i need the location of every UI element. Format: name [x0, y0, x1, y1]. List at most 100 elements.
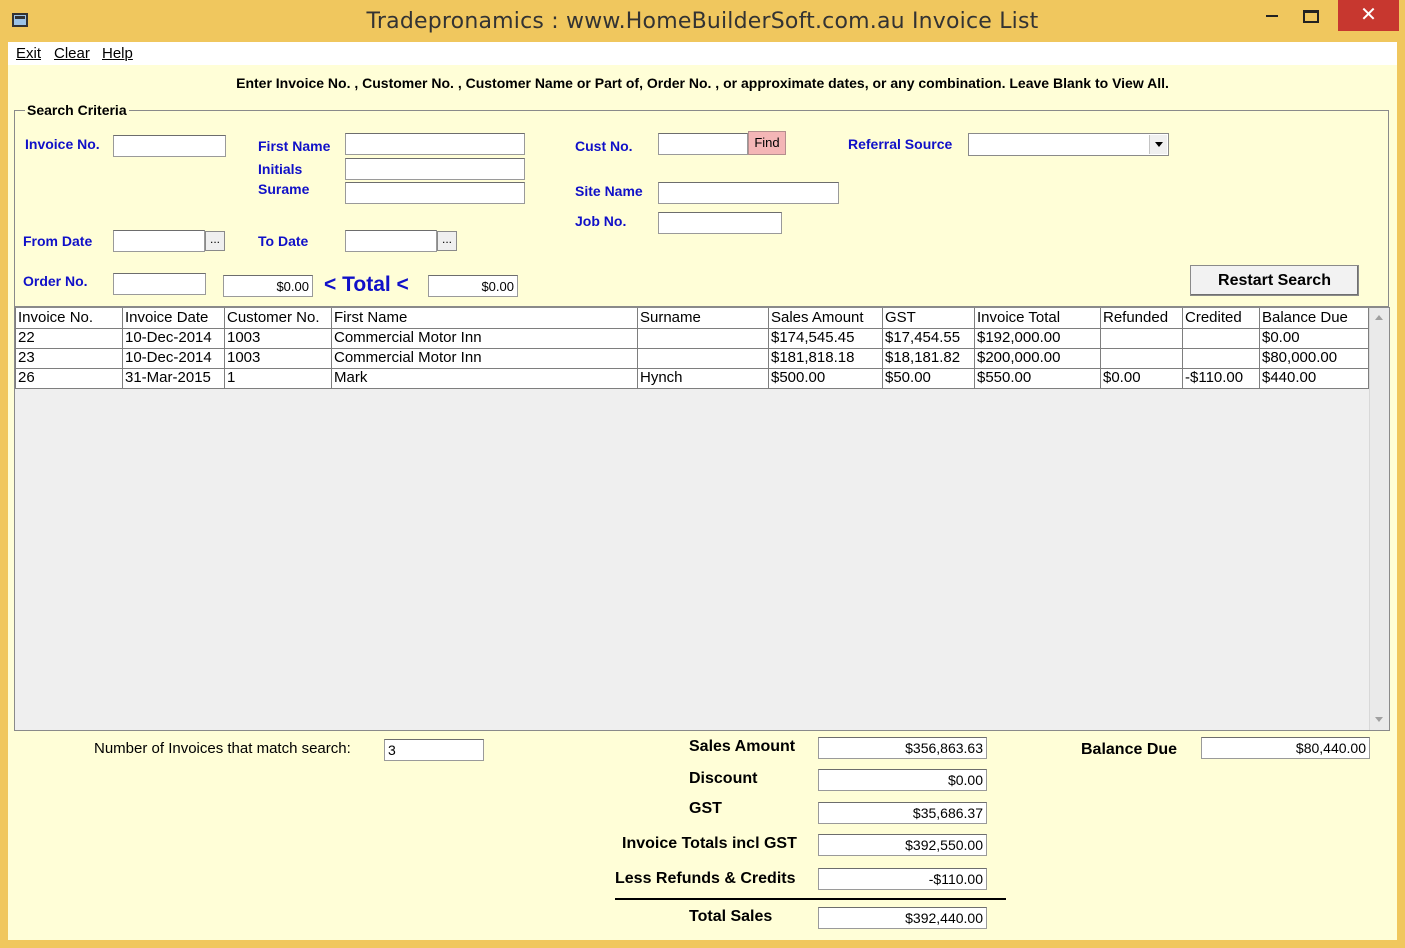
cust-no-label: Cust No. — [575, 138, 633, 154]
total-sales-field[interactable] — [818, 907, 987, 929]
job-no-input[interactable] — [658, 212, 782, 234]
table-cell[interactable]: $80,000.00 — [1259, 347, 1369, 369]
scroll-up-icon[interactable] — [1370, 309, 1389, 327]
cust-no-input[interactable] — [658, 133, 748, 155]
column-header[interactable]: Balance Due — [1259, 308, 1369, 329]
table-row[interactable]: 22 10-Dec-2014 1003 Commercial Motor Inn… — [15, 327, 1369, 349]
table-row[interactable]: 26 31-Mar-2015 1 Mark Hynch $500.00 $50.… — [15, 367, 1369, 389]
less-refunds-field[interactable] — [818, 868, 987, 890]
table-cell[interactable]: $200,000.00 — [974, 347, 1101, 369]
balance-due-field[interactable] — [1201, 737, 1370, 759]
invoice-no-input[interactable] — [113, 135, 226, 157]
form-client-area: Exit Clear Help Enter Invoice No. , Cust… — [8, 42, 1397, 940]
invoice-grid[interactable]: Invoice No. Invoice Date Customer No. Fi… — [14, 307, 1390, 731]
from-date-picker-button[interactable]: ... — [205, 231, 225, 251]
first-name-label: First Name — [258, 138, 331, 154]
table-cell[interactable]: 31-Mar-2015 — [122, 367, 225, 389]
menu-help[interactable]: Help — [102, 45, 133, 62]
table-cell[interactable] — [1182, 327, 1260, 349]
surname-input[interactable] — [345, 182, 525, 204]
close-button[interactable]: ✕ — [1338, 0, 1399, 31]
total-left-field[interactable] — [223, 275, 313, 297]
table-cell[interactable]: Mark — [331, 367, 638, 389]
order-no-input[interactable] — [113, 273, 206, 295]
table-header-row: Invoice No. Invoice Date Customer No. Fi… — [15, 308, 1369, 329]
instructions-text: Enter Invoice No. , Customer No. , Custo… — [236, 75, 1169, 91]
column-header[interactable]: Credited — [1182, 308, 1260, 329]
table-cell[interactable] — [637, 327, 769, 349]
column-header[interactable]: Surname — [637, 308, 769, 329]
sales-amount-field[interactable] — [818, 737, 987, 759]
grid-vertical-scrollbar[interactable] — [1369, 308, 1389, 730]
table-cell[interactable]: 10-Dec-2014 — [122, 327, 225, 349]
search-criteria-legend: Search Criteria — [25, 102, 129, 118]
table-cell[interactable]: 23 — [15, 347, 123, 369]
table-cell[interactable]: 1003 — [224, 327, 332, 349]
table-cell[interactable]: Commercial Motor Inn — [331, 327, 638, 349]
column-header[interactable]: Invoice Date — [122, 308, 225, 329]
to-date-label: To Date — [258, 233, 309, 249]
column-header[interactable]: Sales Amount — [768, 308, 883, 329]
order-no-label: Order No. — [23, 273, 88, 289]
table-cell[interactable]: $50.00 — [882, 367, 975, 389]
column-header[interactable]: GST — [882, 308, 975, 329]
maximize-button[interactable] — [1288, 0, 1334, 31]
table-cell[interactable]: $181,818.18 — [768, 347, 883, 369]
site-name-input[interactable] — [658, 182, 839, 204]
invoice-totals-field[interactable] — [818, 834, 987, 856]
to-date-input[interactable] — [345, 230, 437, 252]
find-button[interactable]: Find — [748, 131, 786, 155]
referral-source-select[interactable] — [968, 133, 1169, 156]
column-header[interactable]: Invoice No. — [15, 308, 123, 329]
table-cell[interactable]: $440.00 — [1259, 367, 1369, 389]
scroll-down-icon[interactable] — [1370, 711, 1389, 729]
table-cell[interactable]: Commercial Motor Inn — [331, 347, 638, 369]
table-cell[interactable] — [1100, 327, 1183, 349]
balance-due-label: Balance Due — [1081, 741, 1178, 758]
menu-bar: Exit Clear Help — [8, 42, 1397, 65]
discount-field[interactable] — [818, 769, 987, 791]
table-cell[interactable]: 10-Dec-2014 — [122, 347, 225, 369]
menu-clear[interactable]: Clear — [54, 45, 90, 62]
table-cell[interactable]: 1 — [224, 367, 332, 389]
table-cell[interactable]: 26 — [15, 367, 123, 389]
table-cell[interactable] — [637, 347, 769, 369]
table-cell[interactable]: Hynch — [637, 367, 769, 389]
table-cell[interactable]: -$110.00 — [1182, 367, 1260, 389]
chevron-down-icon[interactable] — [1149, 135, 1167, 154]
invoice-table: Invoice No. Invoice Date Customer No. Fi… — [15, 308, 1369, 389]
column-header[interactable]: First Name — [331, 308, 638, 329]
match-count-field[interactable] — [384, 739, 484, 761]
table-cell[interactable] — [1182, 347, 1260, 369]
table-cell[interactable] — [1100, 347, 1183, 369]
menu-exit[interactable]: Exit — [16, 45, 41, 62]
table-cell[interactable]: $550.00 — [974, 367, 1101, 389]
table-cell[interactable]: $0.00 — [1100, 367, 1183, 389]
total-label: < Total < — [324, 273, 409, 296]
to-date-picker-button[interactable]: ... — [437, 231, 457, 251]
table-cell[interactable]: $174,545.45 — [768, 327, 883, 349]
table-cell[interactable]: $192,000.00 — [974, 327, 1101, 349]
initials-label: Initials — [258, 161, 303, 177]
table-cell[interactable]: 1003 — [224, 347, 332, 369]
gst-field[interactable] — [818, 802, 987, 824]
initials-input[interactable] — [345, 158, 525, 180]
column-header[interactable]: Refunded — [1100, 308, 1183, 329]
column-header[interactable]: Customer No. — [224, 308, 332, 329]
table-row[interactable]: 23 10-Dec-2014 1003 Commercial Motor Inn… — [15, 347, 1369, 369]
table-cell[interactable]: $17,454.55 — [882, 327, 975, 349]
table-cell[interactable]: $18,181.82 — [882, 347, 975, 369]
column-header[interactable]: Invoice Total — [974, 308, 1101, 329]
search-criteria-group: Search Criteria Invoice No. First Name I… — [14, 102, 1389, 307]
from-date-input[interactable] — [113, 230, 205, 252]
discount-label: Discount — [689, 770, 758, 787]
table-cell[interactable]: 22 — [15, 327, 123, 349]
sales-amount-label: Sales Amount — [689, 738, 796, 755]
restart-search-button[interactable]: Restart Search — [1190, 265, 1359, 296]
table-cell[interactable]: $500.00 — [768, 367, 883, 389]
first-name-input[interactable] — [345, 133, 525, 155]
invoice-totals-label: Invoice Totals incl GST — [622, 835, 797, 852]
total-right-field[interactable] — [428, 275, 518, 297]
total-sales-label: Total Sales — [689, 908, 773, 925]
table-cell[interactable]: $0.00 — [1259, 327, 1369, 349]
